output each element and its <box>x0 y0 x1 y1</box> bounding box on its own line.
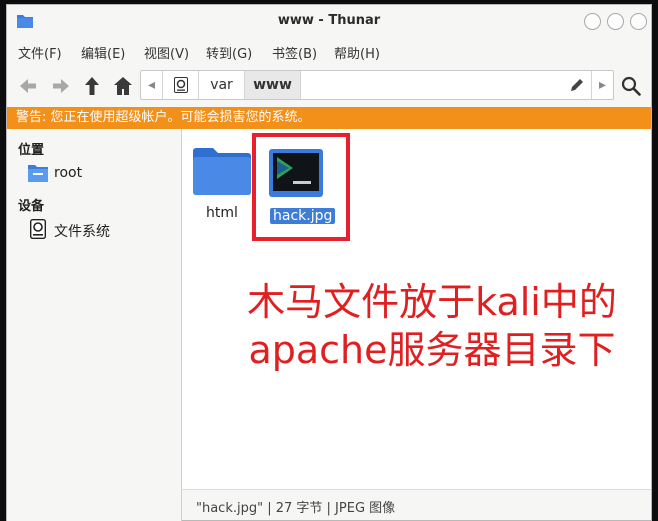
scroll-right-icon[interactable]: ▸ <box>591 71 613 99</box>
menu-go[interactable]: 转到(G) <box>206 43 252 62</box>
menu-bookmarks[interactable]: 书签(B) <box>272 43 317 62</box>
edit-location-icon[interactable] <box>569 77 585 93</box>
file-item-html[interactable]: html <box>192 147 252 237</box>
menu-help[interactable]: 帮助(H) <box>334 43 380 62</box>
path-segment-www[interactable]: www <box>245 71 301 99</box>
image-file-icon <box>269 149 323 197</box>
back-arrow-icon[interactable] <box>16 74 40 98</box>
sidebar: 位置 root 设备 文件系统 <box>7 129 182 521</box>
file-name: hack.jpg <box>270 208 336 224</box>
folder-icon <box>193 148 251 195</box>
minimize-button[interactable] <box>584 13 601 30</box>
home-icon[interactable] <box>111 74 135 98</box>
maximize-button[interactable] <box>607 13 624 30</box>
menu-edit[interactable]: 编辑(E) <box>81 43 125 62</box>
toolbar: ◂ var www ▸ <box>7 67 651 105</box>
path-segment-var[interactable]: var <box>199 71 245 99</box>
scroll-left-icon[interactable]: ◂ <box>141 71 163 99</box>
status-bar: "hack.jpg" | 27 字节 | JPEG 图像 <box>182 489 651 520</box>
window-title: www - Thunar <box>277 13 381 28</box>
file-item-hack-jpg[interactable]: hack.jpg <box>266 147 336 237</box>
file-view: html hack.jpg 木马文件放于kali中的 apache服务器目录下 <box>182 129 651 489</box>
file-manager-window: www - Thunar 文件(F) 编辑(E) 视图(V) 转到(G) 书签(… <box>6 4 652 521</box>
menu-file[interactable]: 文件(F) <box>18 43 62 62</box>
places-heading: 位置 <box>18 143 45 158</box>
close-button[interactable] <box>630 13 647 30</box>
title-bar: www - Thunar <box>7 5 651 37</box>
annotation-line-1: 木马文件放于kali中的 <box>247 280 617 324</box>
root-drive-button[interactable] <box>163 71 199 99</box>
folder-home-icon <box>28 165 48 182</box>
menu-view[interactable]: 视图(V) <box>144 43 189 62</box>
sidebar-item-root[interactable]: root <box>27 163 177 185</box>
sidebar-item-label: 文件系统 <box>54 224 110 240</box>
status-text: "hack.jpg" | 27 字节 | JPEG 图像 <box>196 501 396 516</box>
file-name: html <box>206 205 238 221</box>
sidebar-item-label: root <box>54 165 83 181</box>
path-bar: ◂ var www ▸ <box>140 70 614 100</box>
menu-bar: 文件(F) 编辑(E) 视图(V) 转到(G) 书签(B) 帮助(H) <box>7 39 651 63</box>
annotation-line-2: apache服务器目录下 <box>248 328 616 372</box>
up-arrow-icon[interactable] <box>80 74 104 98</box>
root-warning-banner: 警告: 您正在使用超级帐户。可能会损害您的系统。 <box>7 107 651 129</box>
forward-arrow-icon[interactable] <box>49 74 73 98</box>
drive-icon <box>173 77 188 93</box>
devices-heading: 设备 <box>18 199 45 214</box>
search-icon[interactable] <box>619 74 643 98</box>
drive-icon <box>30 219 46 239</box>
sidebar-item-filesystem[interactable]: 文件系统 <box>27 219 177 241</box>
